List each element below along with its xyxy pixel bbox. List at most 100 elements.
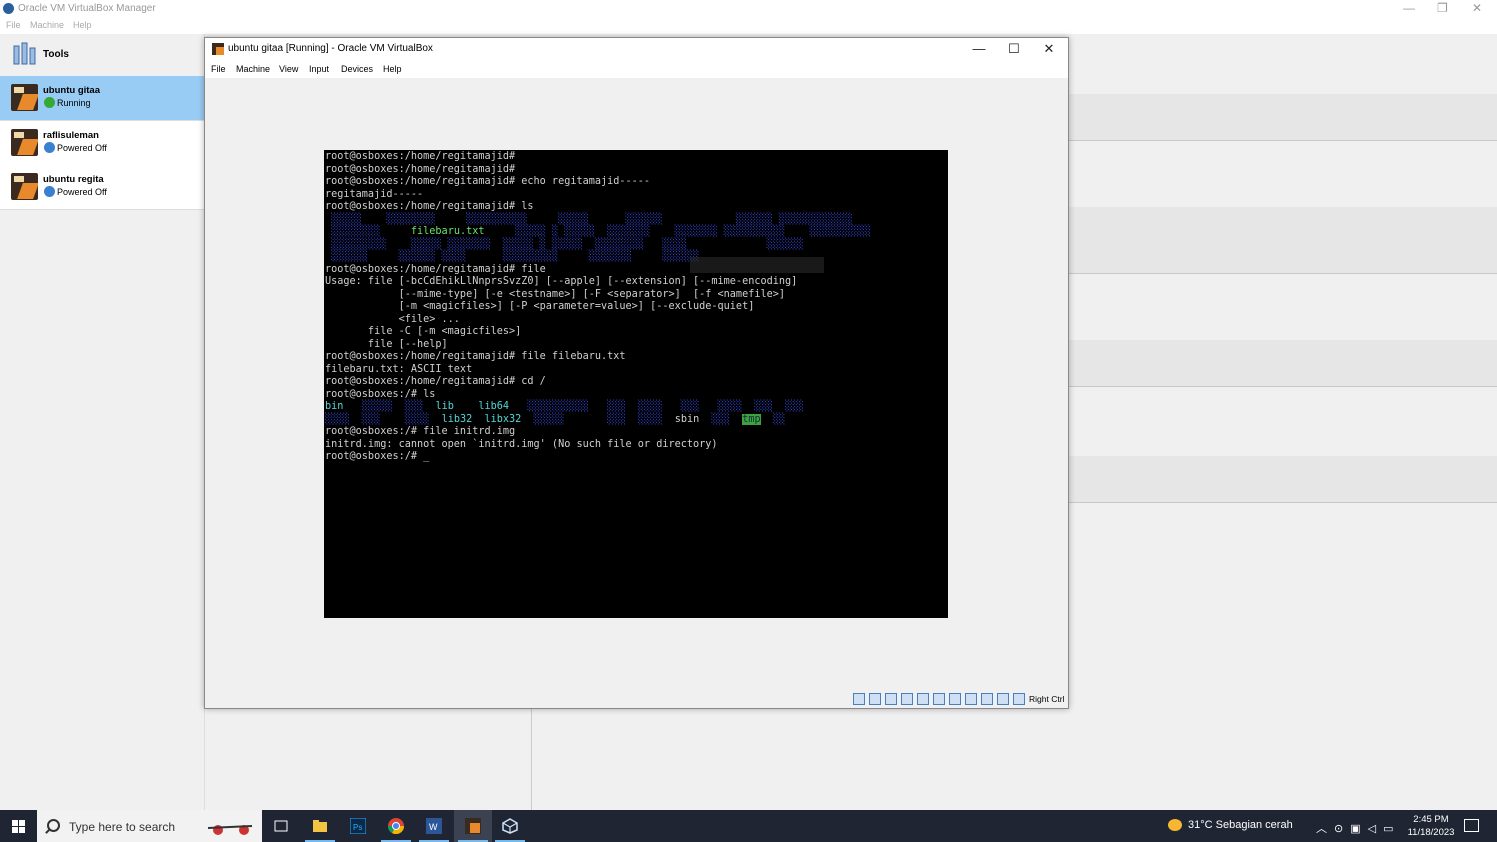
manager-title: Oracle VM VirtualBox Manager [18,3,156,14]
shared-folder-icon[interactable] [933,693,945,706]
tray-chevron-icon[interactable]: ︿ [1316,823,1327,835]
manager-titlebar: Oracle VM VirtualBox Manager — ❐ ✕ [0,0,1497,18]
windows-logo-icon [12,820,25,833]
pane-divider [531,706,532,810]
vm-name: ubuntu gitaa [43,85,100,96]
cpu-icon[interactable] [981,693,993,706]
search-highlight-icon [207,825,253,835]
manager-menubar: File Machine Help [0,18,1497,34]
vm-menu-devices[interactable]: Devices [341,64,373,74]
system-tray: ︿ ⊙ ▣ ◁ ▭ [1316,820,1401,836]
ghost-overlay [690,257,824,273]
manager-restore-button[interactable]: ❐ [1437,1,1448,15]
tools-label: Tools [43,49,69,60]
vm-menu-file[interactable]: File [211,64,226,74]
powered-off-icon [44,142,55,153]
ubuntu-vm-icon [465,818,481,834]
ubuntu-vm-icon [11,129,38,156]
vm-item-ubuntu-regita[interactable]: ubuntu regita Powered Off [0,165,204,210]
svg-text:W: W [429,822,438,832]
vm-console-screen[interactable]: root@osboxes:/home/regitamajid# root@osb… [324,150,948,618]
taskbar: Type here to search Ps W 31°C Sebagian c… [0,810,1497,842]
clock-date: 11/18/2023 [1407,827,1455,838]
tools-icon [13,42,36,65]
vm-menu-view[interactable]: View [279,64,298,74]
word-button[interactable]: W [415,810,453,842]
maximize-button[interactable]: ☐ [999,40,1029,58]
manager-menu-help[interactable]: Help [73,20,92,30]
ls-filebaru-txt: filebaru.txt [410,226,485,237]
word-icon: W [426,818,442,834]
tray-meet-icon[interactable]: ▣ [1350,823,1360,835]
taskbar-clock[interactable]: 2:45 PM 11/18/2023 [1406,813,1456,839]
harddisk-icon[interactable] [853,693,865,706]
search-icon [47,819,60,832]
vm-menu-machine[interactable]: Machine [236,64,270,74]
weather-widget[interactable]: 31°C Sebagian cerah [1168,819,1293,832]
vm-menubar: File Machine View Input Devices Help [205,60,1068,78]
manager-menu-machine[interactable]: Machine [30,20,64,30]
virtualbox-vm-icon [212,43,224,55]
vm-item-raflisuleman[interactable]: raflisuleman Powered Off [0,121,204,166]
tray-app-icon[interactable]: ⊙ [1334,823,1343,835]
vm-titlebar[interactable]: ubuntu gitaa [Running] - Oracle VM Virtu… [205,38,1068,60]
svg-text:Ps: Ps [353,823,362,832]
details-pane [1068,76,1497,536]
virtualbox-logo-icon [3,3,14,14]
network-icon[interactable] [901,693,913,706]
vm-window: ubuntu gitaa [Running] - Oracle VM Virtu… [204,37,1069,709]
tools-item[interactable]: Tools [0,34,204,76]
weather-text: 31°C Sebagian cerah [1188,819,1293,831]
terminal-output: root@osboxes:/home/regitamajid# root@osb… [325,151,871,462]
manager-menu-file[interactable]: File [6,20,21,30]
photoshop-icon: Ps [350,818,366,834]
file-explorer-button[interactable] [301,810,339,842]
vm-statusbar: Right Ctrl [853,693,1064,707]
search-placeholder: Type here to search [69,820,176,834]
keyboard-capture-icon[interactable] [1013,693,1025,706]
manager-close-button[interactable]: ✕ [1472,1,1482,15]
task-view-button[interactable] [262,810,300,842]
vm-menu-input[interactable]: Input [309,64,329,74]
terminal-prompt-cursor: root@osboxes:/# _ [325,451,430,462]
usb-icon[interactable] [917,693,929,706]
task-view-icon [274,820,288,832]
vm-name: ubuntu regita [43,174,104,185]
vm-sidebar: Tools ubuntu gitaa Running raflisuleman … [0,34,205,810]
volume-icon[interactable]: ◁ [1368,823,1376,835]
vm-name: raflisuleman [43,130,99,141]
host-key-label: Right Ctrl [1029,694,1065,705]
recording-icon[interactable] [965,693,977,706]
network-tray-icon[interactable]: ▭ [1383,823,1393,835]
display-icon[interactable] [949,693,961,706]
vm-status: Powered Off [57,187,107,197]
close-button[interactable]: ✕ [1034,40,1064,58]
start-button[interactable] [0,810,37,842]
weather-icon [1168,819,1182,832]
chrome-button[interactable] [377,810,415,842]
ubuntu-vm-icon [11,84,38,111]
photoshop-button[interactable]: Ps [339,810,377,842]
virtualbox-manager-button[interactable] [491,810,529,842]
taskbar-search[interactable]: Type here to search [37,810,262,842]
chrome-icon [388,818,404,834]
clock-time: 2:45 PM [1413,814,1449,825]
notification-icon[interactable] [1464,819,1479,832]
vm-menu-help[interactable]: Help [383,64,402,74]
powered-off-icon [44,186,55,197]
optical-drive-icon[interactable] [869,693,881,706]
mouse-integration-icon[interactable] [997,693,1009,706]
vm-item-ubuntu-gitaa[interactable]: ubuntu gitaa Running [0,76,204,121]
ls-tmp: tmp [742,413,761,425]
virtualbox-cube-icon [502,818,518,834]
ubuntu-vm-icon [11,173,38,200]
audio-icon[interactable] [885,693,897,706]
virtualbox-vm-button[interactable] [454,810,492,842]
minimize-button[interactable]: — [964,40,994,58]
folder-icon [313,820,327,832]
vm-status: Powered Off [57,143,107,153]
vm-window-title: ubuntu gitaa [Running] - Oracle VM Virtu… [228,43,433,54]
manager-minimize-button[interactable]: — [1403,1,1415,15]
vm-status: Running [57,98,91,108]
running-arrow-icon [44,97,55,108]
